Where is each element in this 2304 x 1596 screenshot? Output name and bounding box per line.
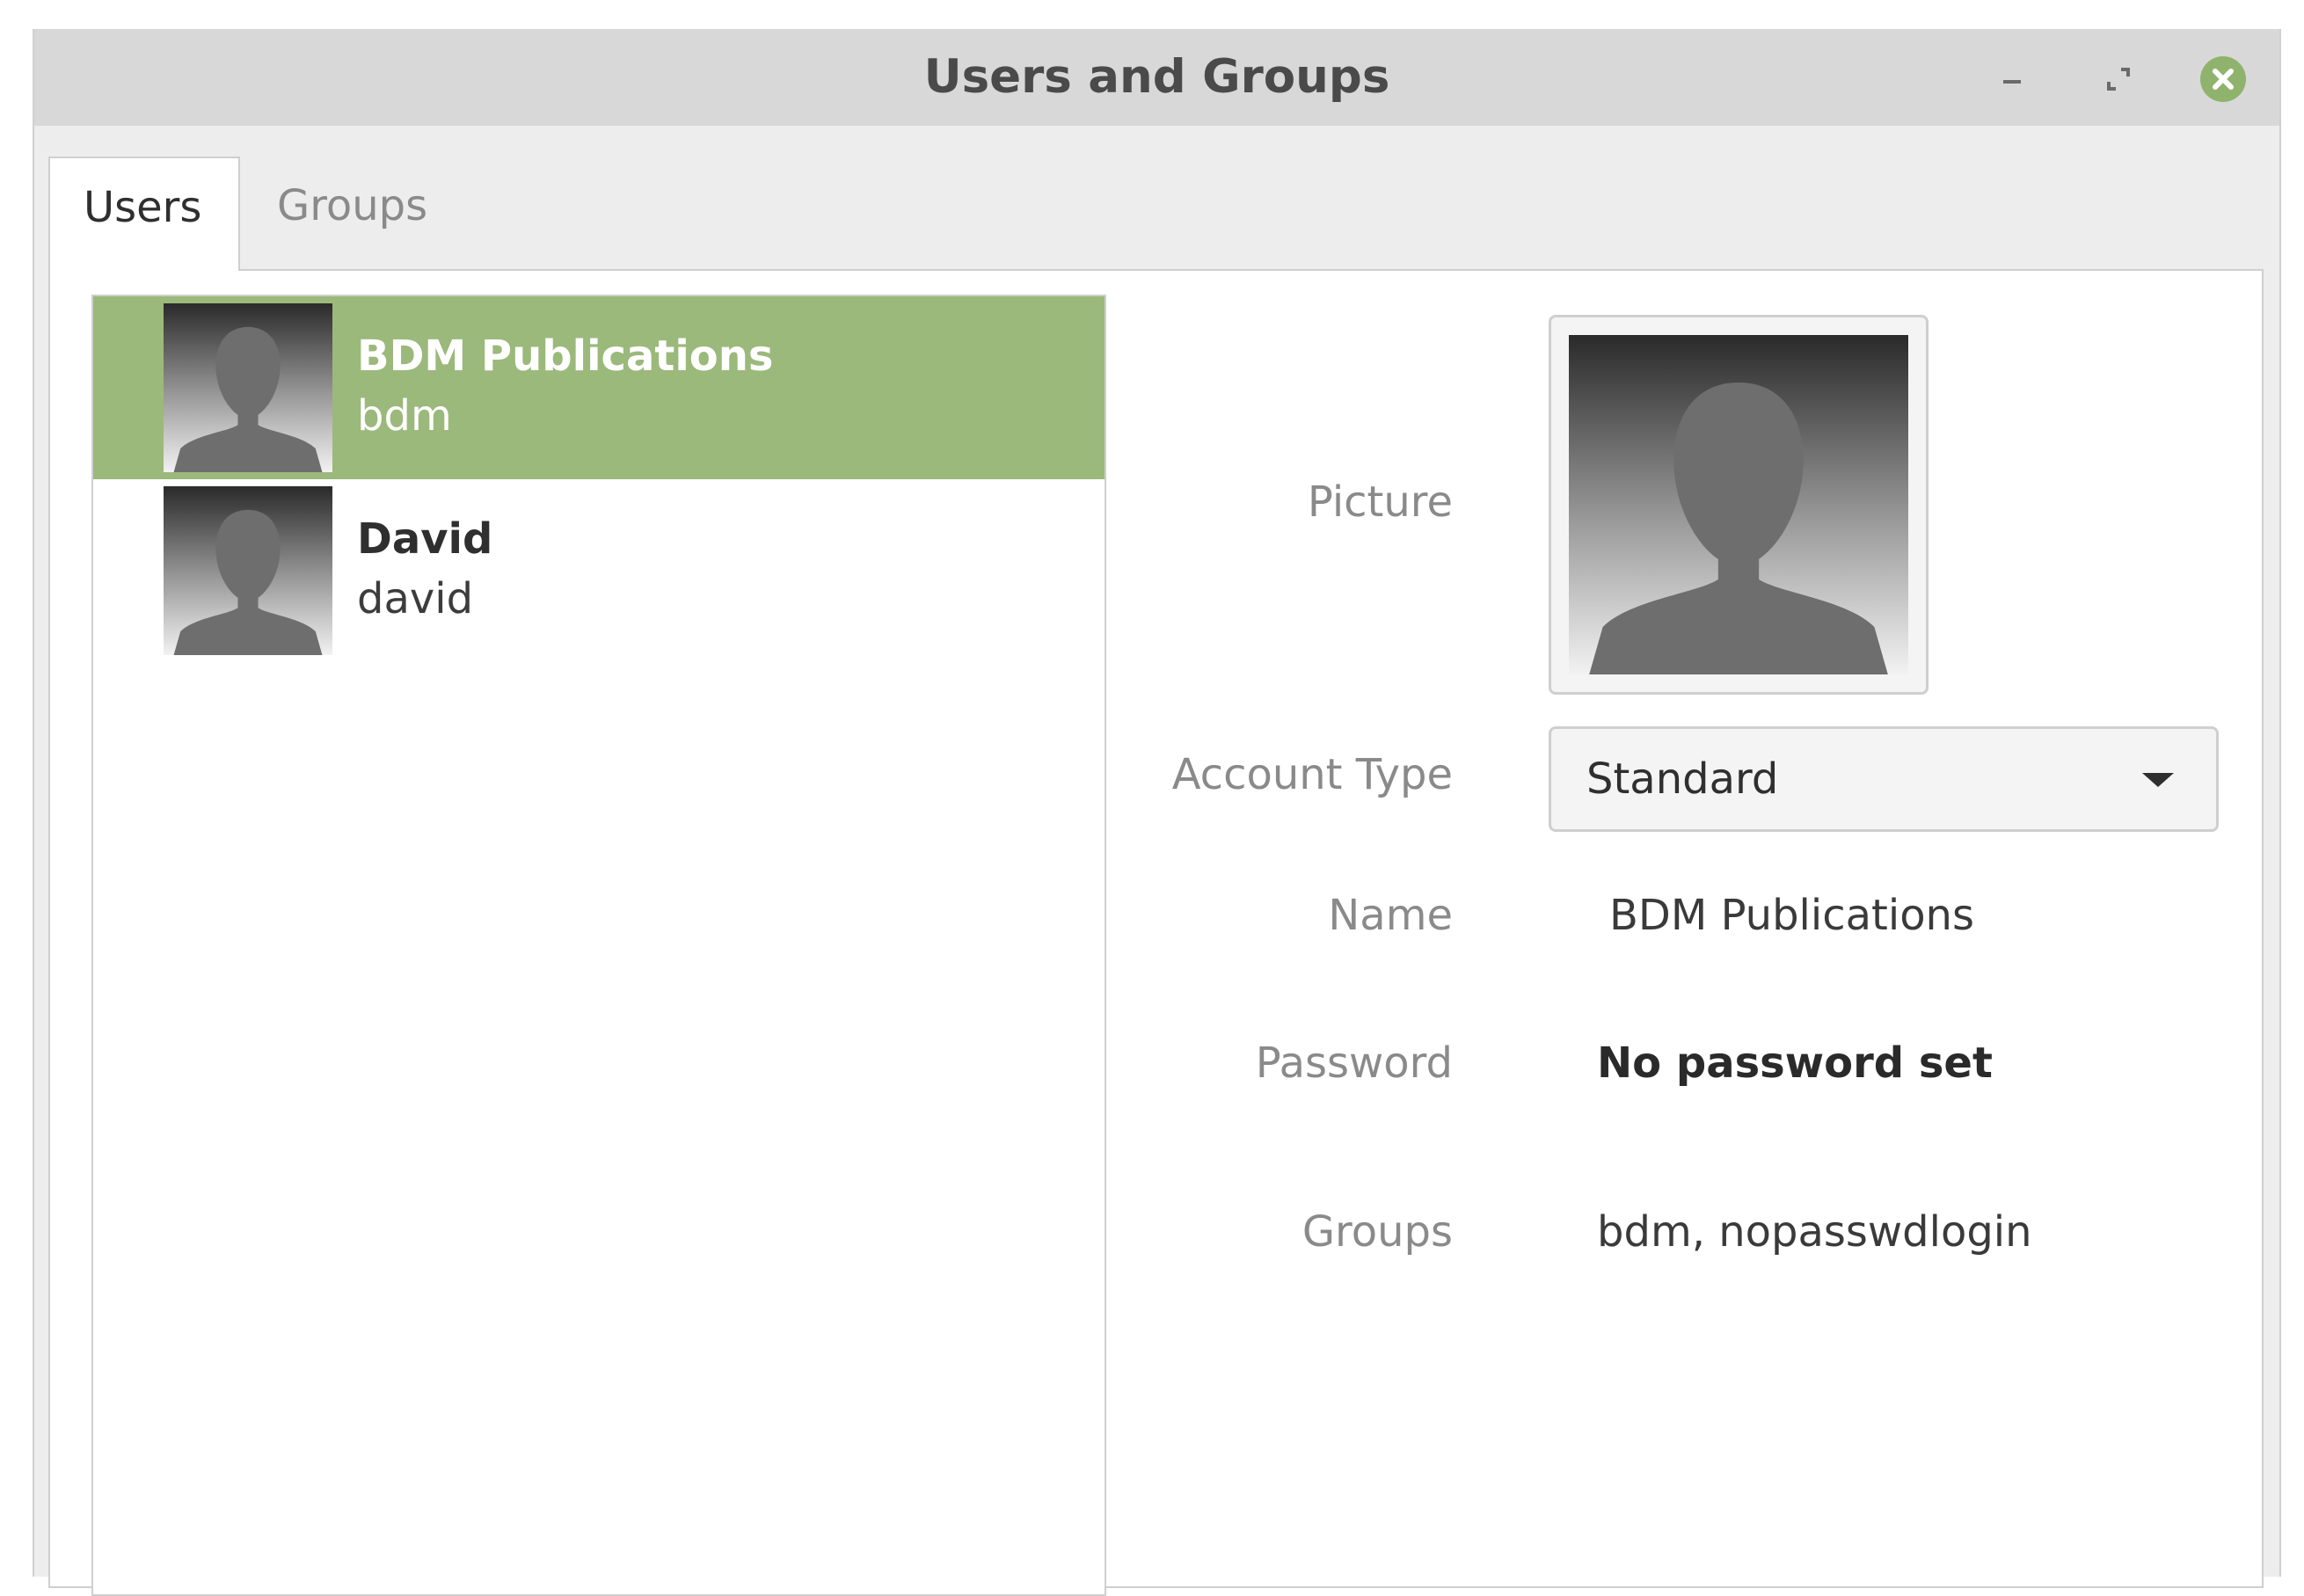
chevron-down-icon [2142,773,2174,787]
tab-users[interactable]: Users [48,157,240,271]
window-title: Users and Groups [923,50,1390,104]
user-login-name: bdm [357,391,452,441]
account-type-dropdown[interactable]: Standard [1549,726,2219,832]
user-full-name: BDM Publications [357,332,774,381]
close-icon[interactable] [2199,55,2247,103]
user-avatar [164,303,332,472]
maximize-icon[interactable] [2095,55,2142,103]
title-bar[interactable]: Users and Groups [34,29,2279,126]
picture-label: Picture [1307,477,1453,527]
users-and-groups-window: Users and Groups Users Groups BDM Public… [33,29,2281,1596]
name-label: Name [1328,891,1453,940]
user-login-name: david [357,574,474,623]
password-label: Password [1255,1038,1453,1088]
user-picture-icon [1569,335,1908,674]
account-type-value: Standard [1586,754,1779,804]
name-value-button[interactable]: BDM Publications [1609,891,1974,940]
password-value-button[interactable]: No password set [1597,1038,1993,1088]
groups-value-button[interactable]: bdm, nopasswdlogin [1597,1207,2032,1257]
users-panel: BDM Publications bdm David david Picture… [48,269,2264,1596]
tab-groups[interactable]: Groups [277,157,427,255]
minimize-icon[interactable] [1988,55,2036,103]
user-full-name: David [357,514,493,564]
account-type-label: Account Type [1171,750,1453,799]
user-avatar [164,486,332,655]
user-list-item-bdm[interactable]: BDM Publications bdm [93,296,1105,479]
groups-label: Groups [1301,1207,1453,1257]
picture-button[interactable] [1549,315,1929,695]
